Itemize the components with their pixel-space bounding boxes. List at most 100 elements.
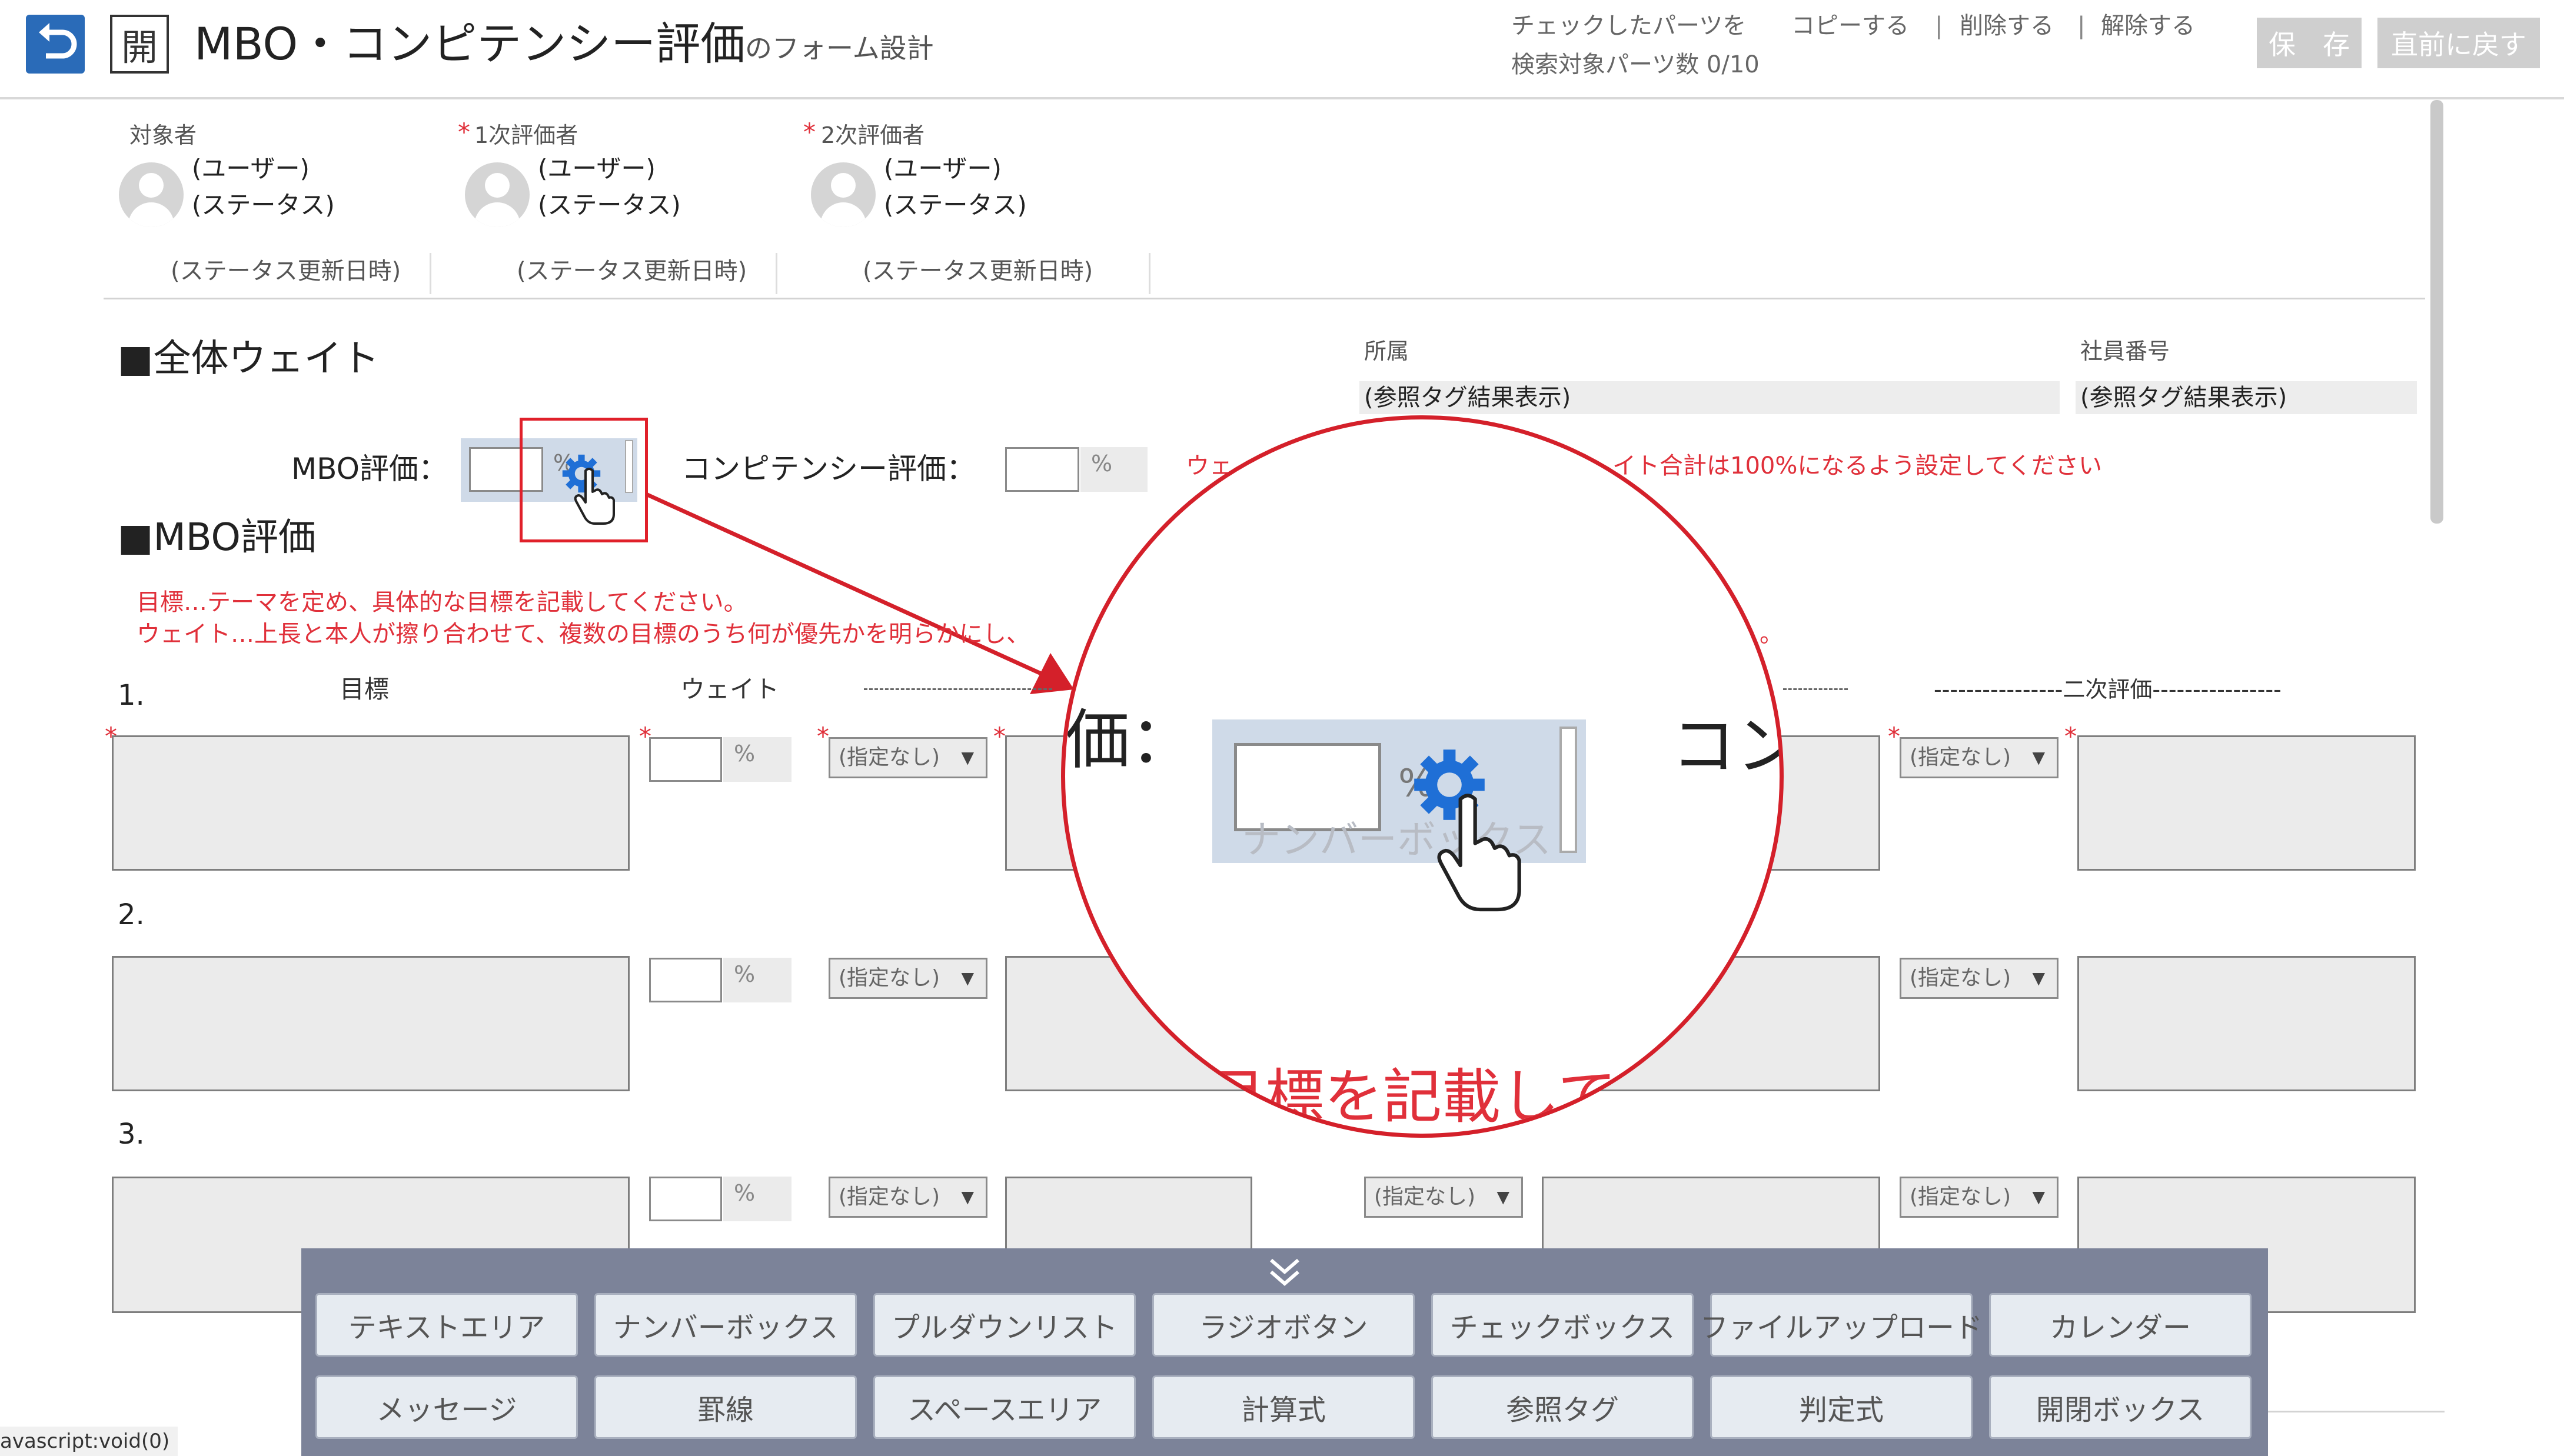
affiliation-value: (参照タグ結果表示) <box>1359 381 2060 414</box>
zoom-magnifier: 価： % ナンバーボックス コン 目標を記載して <box>1061 415 1784 1138</box>
percent-unit: % <box>723 958 792 1002</box>
scrollbar[interactable] <box>2430 100 2443 524</box>
parts-palette: テキストエリア ナンバーボックス プルダウンリスト ラジオボタン チェックボック… <box>301 1248 2268 1456</box>
status-updated-time: (ステータス更新日時) <box>863 258 1093 285</box>
status-updated-time: (ステータス更新日時) <box>517 258 747 285</box>
evaluator-user: (ユーザー) <box>884 154 1002 183</box>
page-title: MBO・コンピテンシー評価 <box>194 18 746 70</box>
zoomed-resize-handle <box>1559 727 1577 853</box>
weight-section-title: ■全体ウェイト <box>118 337 380 381</box>
rating-select[interactable]: (指定なし) ▼ <box>829 1177 987 1218</box>
zoom-label-text: コン <box>1671 708 1780 784</box>
checked-parts-label: チェックしたパーツを <box>1511 12 1747 39</box>
header-divider <box>0 97 2564 99</box>
part-collapsible-box-button[interactable]: 開閉ボックス <box>1989 1375 2252 1439</box>
menu-separator: | <box>1935 12 1943 39</box>
weight-warning: イト合計は100%になるよう設定してください <box>1612 452 2102 479</box>
column-header-rule <box>1783 688 1848 690</box>
weight-input[interactable] <box>649 958 722 1002</box>
section-divider <box>2268 1411 2445 1412</box>
column-header-secondary: ----------------二次評価---------------- <box>1934 677 2282 702</box>
menu-separator: | <box>2077 12 2086 39</box>
copy-link[interactable]: コピーする <box>1791 8 1909 44</box>
part-file-upload-button[interactable]: ファイルアップロード <box>1700 1293 1983 1357</box>
part-formula-button[interactable]: 計算式 <box>1152 1375 1415 1439</box>
column-divider <box>1149 253 1150 294</box>
revert-button[interactable]: 直前に戻す <box>2377 18 2540 68</box>
part-rule-line-button[interactable]: 罫線 <box>594 1375 857 1439</box>
evaluation-textarea[interactable] <box>2077 735 2416 871</box>
required-mark: * <box>817 722 829 751</box>
section-divider <box>104 298 2425 299</box>
required-mark: * <box>803 118 816 146</box>
row-number: 1. <box>118 679 145 712</box>
avatar <box>119 162 184 227</box>
mbo-note: ウェイト…上長と本人が擦り合わせて、複数の目標のうち何が優先かを明らかにし、 <box>137 621 1030 648</box>
highlight-box <box>520 418 648 542</box>
mbo-section-title: ■MBO評価 <box>118 516 316 559</box>
zoom-note-text: 目標を記載して <box>1206 1062 1617 1131</box>
search-count: 検索対象パーツ数 0/10 <box>1511 51 1760 78</box>
percent-unit: % <box>1080 447 1148 492</box>
part-number-box-button[interactable]: ナンバーボックス <box>594 1293 857 1357</box>
part-text-area-button[interactable]: テキストエリア <box>315 1293 578 1357</box>
part-reference-tag-button[interactable]: 参照タグ <box>1431 1375 1694 1439</box>
required-mark: * <box>993 722 1006 751</box>
rating-select[interactable]: (指定なし) ▼ <box>1364 1177 1523 1218</box>
rating-select[interactable]: (指定なし) ▼ <box>1900 958 2058 999</box>
part-radio-button[interactable]: ラジオボタン <box>1152 1293 1415 1357</box>
delete-link[interactable]: 削除する <box>1960 8 2054 44</box>
goal-textarea[interactable] <box>112 956 630 1091</box>
rating-select[interactable]: (指定なし) ▼ <box>829 737 987 778</box>
evaluator-user: (ユーザー) <box>538 154 656 183</box>
part-judgement-button[interactable]: 判定式 <box>1710 1375 1973 1439</box>
row-number: 2. <box>118 898 145 931</box>
competency-weight-label: コンピテンシー評価： <box>681 452 976 486</box>
release-link[interactable]: 解除する <box>2101 8 2195 44</box>
page-subtitle: のフォーム設計 <box>745 32 934 64</box>
mbo-note: 目標…テーマを定め、具体的な目標を記載してください。 <box>137 589 747 616</box>
avatar <box>811 162 876 227</box>
rating-select[interactable]: (指定なし) ▼ <box>1900 1177 2058 1218</box>
back-button[interactable] <box>26 15 85 74</box>
column-header-goal: 目標 <box>340 675 390 704</box>
evaluator-role: 1次評価者 <box>474 122 578 148</box>
evaluator-role: 対象者 <box>129 122 197 148</box>
required-mark: * <box>1888 722 1900 751</box>
percent-unit: % <box>723 737 792 782</box>
part-pulldown-button[interactable]: プルダウンリスト <box>873 1293 1136 1357</box>
column-divider <box>776 253 777 294</box>
row-number: 3. <box>118 1118 145 1151</box>
undo-arrow-icon <box>39 23 77 59</box>
evaluator-user: (ユーザー) <box>192 154 310 183</box>
avatar <box>465 162 530 227</box>
weight-input[interactable] <box>649 1177 722 1221</box>
evaluation-textarea[interactable] <box>2077 956 2416 1091</box>
competency-weight-input[interactable] <box>1005 447 1079 492</box>
mbo-note-tail: 。 <box>1760 621 1783 648</box>
part-space-area-button[interactable]: スペースエリア <box>873 1375 1136 1439</box>
rating-select[interactable]: (指定なし) ▼ <box>1900 737 2058 778</box>
evaluator-status: (ステータス) <box>192 191 335 219</box>
employee-number-label: 社員番号 <box>2080 338 2170 364</box>
percent-unit: % <box>723 1177 792 1221</box>
column-header-rule <box>864 688 1052 690</box>
required-mark: * <box>2064 722 2077 751</box>
column-divider <box>430 253 431 294</box>
double-chevron-down-icon[interactable] <box>1264 1254 1305 1290</box>
zoomed-hand-cursor-icon <box>1437 794 1521 912</box>
column-header-weight: ウェイト <box>680 675 780 704</box>
part-calendar-button[interactable]: カレンダー <box>1989 1293 2252 1357</box>
zoom-label-text: 価： <box>1065 702 1195 778</box>
evaluator-status: (ステータス) <box>538 191 681 219</box>
open-icon[interactable]: 開 <box>110 15 169 74</box>
required-mark: * <box>458 118 470 146</box>
goal-textarea[interactable] <box>112 735 630 871</box>
part-checkbox-button[interactable]: チェックボックス <box>1431 1293 1694 1357</box>
rating-select[interactable]: (指定なし) ▼ <box>829 958 987 999</box>
affiliation-label: 所属 <box>1364 338 1409 364</box>
save-button[interactable]: 保 存 <box>2257 18 2362 68</box>
part-message-button[interactable]: メッセージ <box>315 1375 578 1439</box>
employee-number-value: (参照タグ結果表示) <box>2076 381 2417 414</box>
weight-input[interactable] <box>649 737 722 782</box>
